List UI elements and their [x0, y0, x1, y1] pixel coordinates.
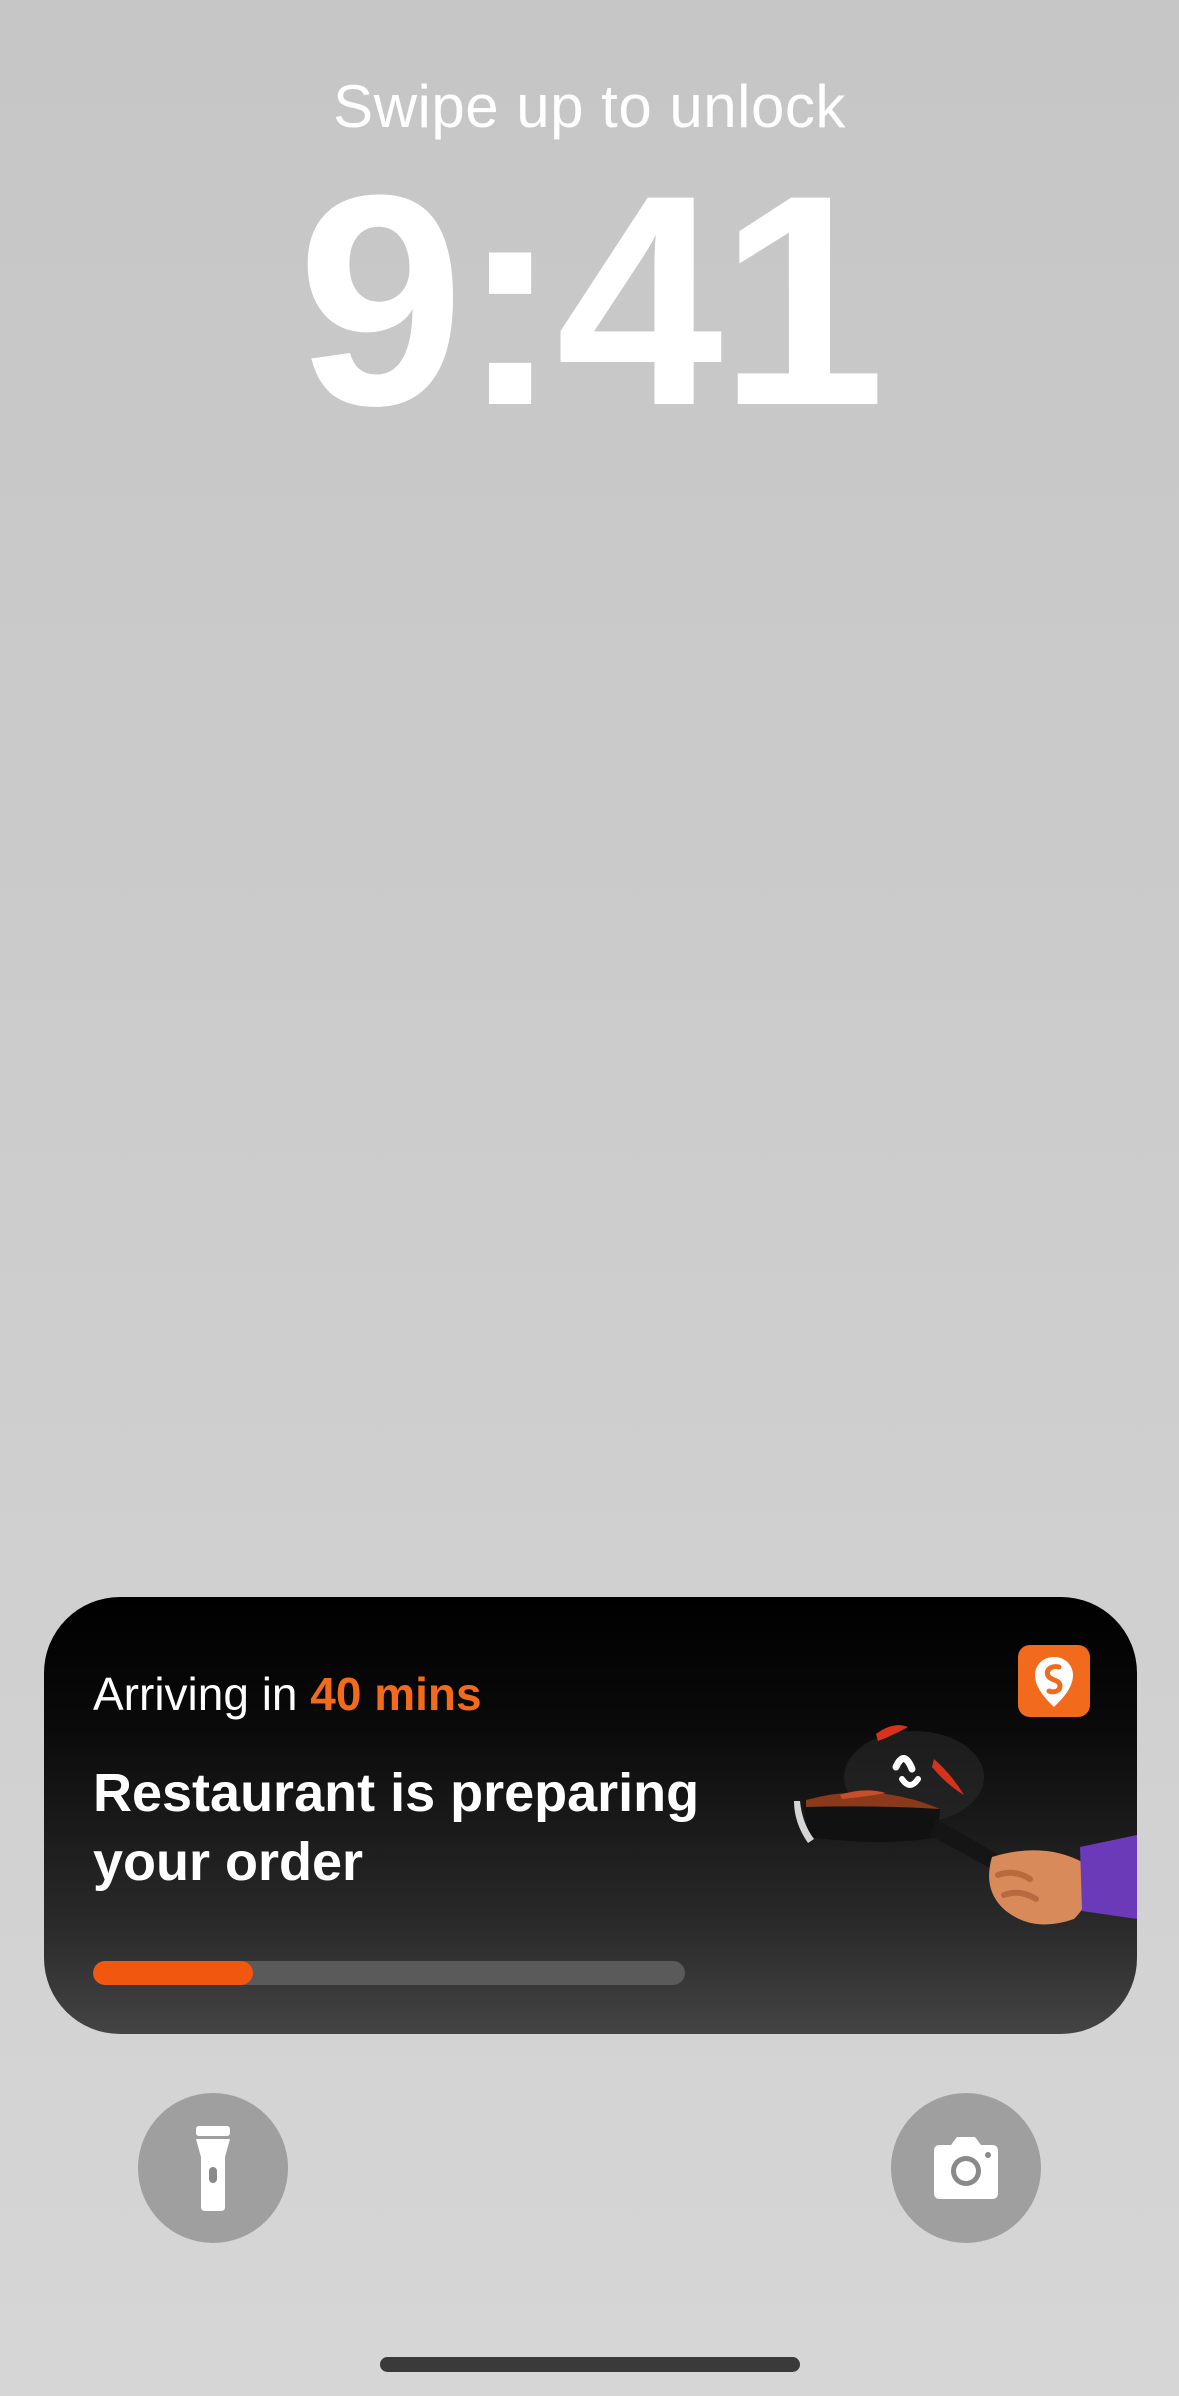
camera-icon: [934, 2137, 998, 2199]
swipe-up-hint: Swipe up to unlock: [333, 73, 846, 140]
order-progress-fill: [93, 1961, 253, 1985]
order-live-activity[interactable]: Arriving in 40 mins Restaurant is prepar…: [44, 1597, 1137, 2034]
flashlight-button[interactable]: [138, 2093, 288, 2243]
order-status: Restaurant is preparing your order: [93, 1763, 700, 1892]
home-indicator[interactable]: [380, 2357, 800, 2372]
lockscreen-clock: 9:41: [297, 132, 885, 468]
order-progress-bar: [93, 1961, 685, 1985]
flashlight-icon: [196, 2126, 230, 2211]
chef-pan-tossing-food-illustration: [744, 1697, 1137, 2034]
camera-button[interactable]: [891, 2093, 1041, 2243]
eta-text: Arriving in 40 mins: [93, 1667, 482, 1721]
eta-value: 40 mins: [310, 1668, 482, 1720]
eta-prefix: Arriving in: [93, 1668, 311, 1720]
